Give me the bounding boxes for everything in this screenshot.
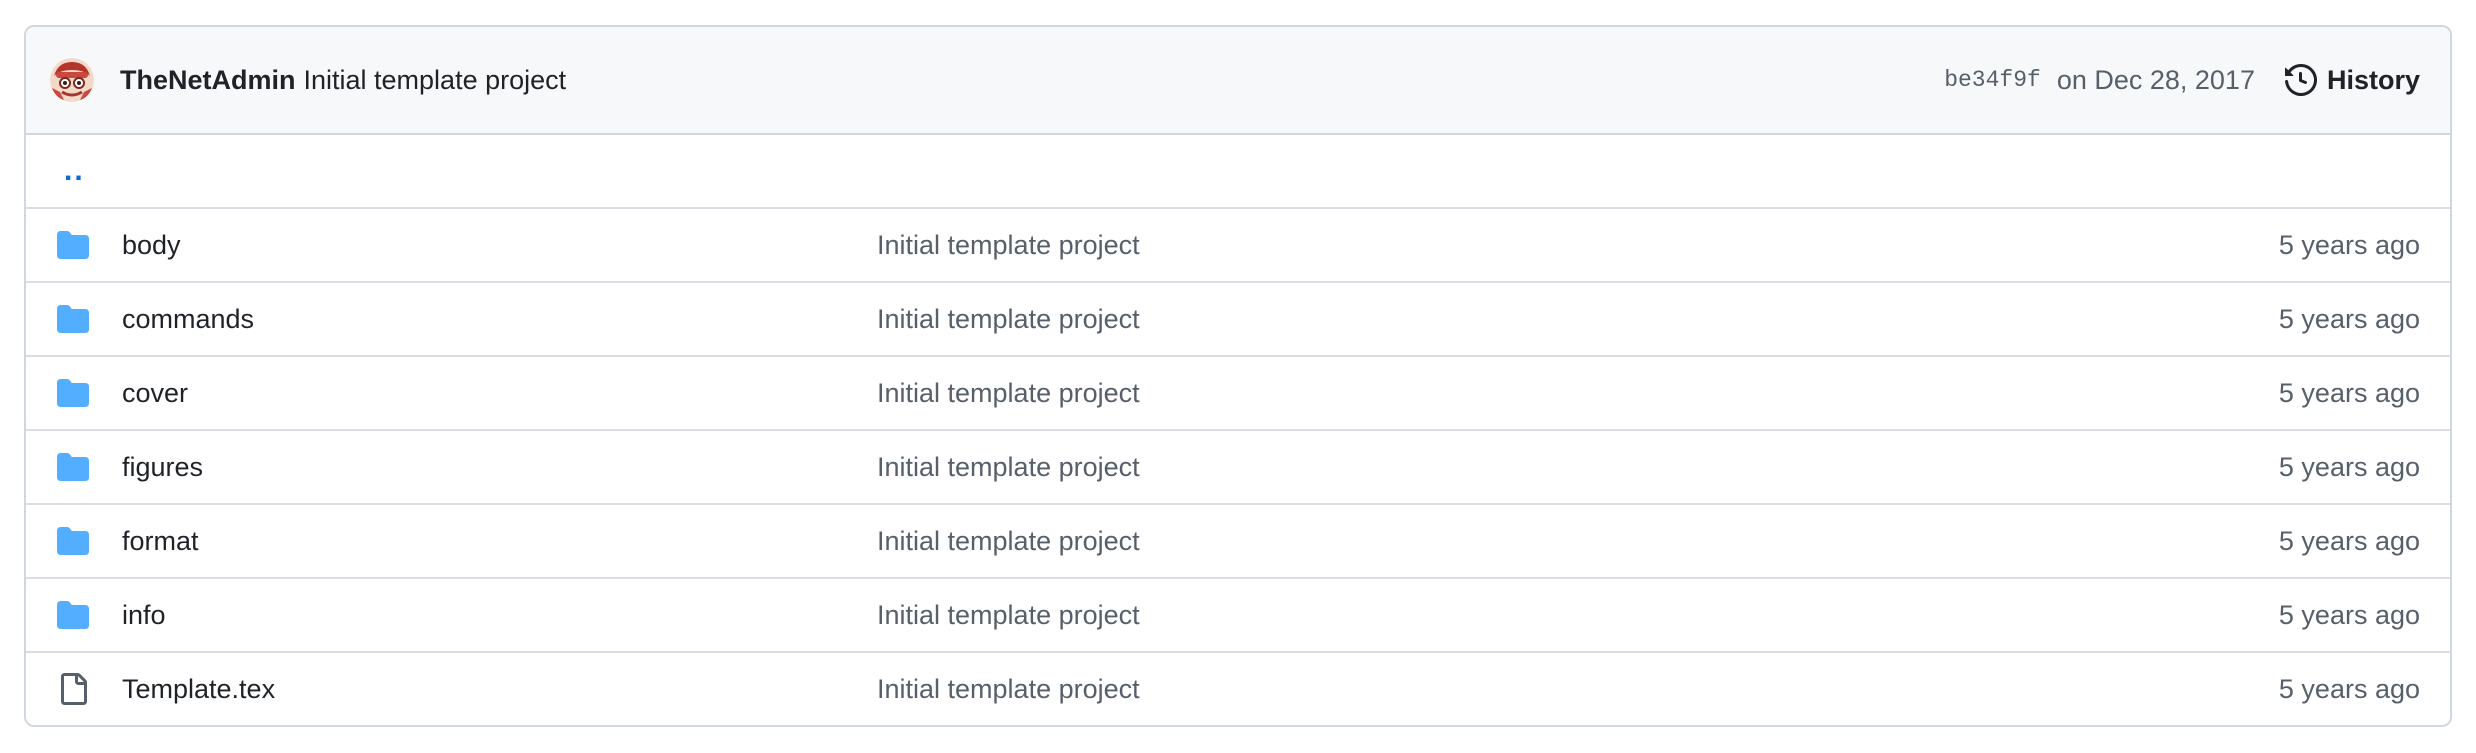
folder-icon <box>57 305 89 333</box>
folder-row[interactable]: cover Initial template project 5 years a… <box>26 355 2450 429</box>
file-commit-message-link[interactable]: Initial template project <box>877 230 1140 261</box>
commit-sha-link[interactable]: be34f9f <box>1944 67 2041 93</box>
file-age: 5 years ago <box>2278 377 2420 408</box>
file-name-link[interactable]: info <box>122 600 166 631</box>
commit-author-link[interactable]: TheNetAdmin <box>120 65 296 96</box>
author-avatar[interactable] <box>50 58 94 102</box>
file-browser: TheNetAdmin Initial template project be3… <box>24 25 2452 727</box>
history-label: History <box>2326 64 2420 95</box>
folder-icon <box>57 379 89 407</box>
file-commit-message-link[interactable]: Initial template project <box>877 674 1140 705</box>
commit-message-link[interactable]: Initial template project <box>304 65 567 96</box>
file-age: 5 years ago <box>2278 599 2420 630</box>
file-commit-message-link[interactable]: Initial template project <box>877 378 1140 409</box>
history-button[interactable]: History <box>2284 64 2420 96</box>
file-age: 5 years ago <box>2278 303 2420 334</box>
latest-commit-bar: TheNetAdmin Initial template project be3… <box>26 27 2450 135</box>
file-icon <box>61 673 87 705</box>
file-name-link[interactable]: format <box>122 526 199 557</box>
file-commit-message-link[interactable]: Initial template project <box>877 600 1140 631</box>
file-name-link[interactable]: body <box>122 230 181 261</box>
parent-directory-row[interactable]: .. <box>26 135 2450 207</box>
file-age: 5 years ago <box>2278 451 2420 482</box>
file-commit-message-link[interactable]: Initial template project <box>877 452 1140 483</box>
folder-icon <box>57 231 89 259</box>
commit-date: on Dec 28, 2017 <box>2056 64 2255 95</box>
file-name-link[interactable]: figures <box>122 452 203 483</box>
folder-icon <box>57 601 89 629</box>
history-icon <box>2284 64 2317 96</box>
file-age: 5 years ago <box>2278 673 2420 704</box>
parent-directory-link[interactable]: .. <box>64 154 85 188</box>
file-commit-message-link[interactable]: Initial template project <box>877 526 1140 557</box>
folder-icon <box>57 453 89 481</box>
file-name-link[interactable]: cover <box>122 378 188 409</box>
file-age: 5 years ago <box>2278 525 2420 556</box>
file-list: body Initial template project 5 years ag… <box>26 207 2450 725</box>
folder-row[interactable]: commands Initial template project 5 year… <box>26 281 2450 355</box>
folder-row[interactable]: info Initial template project 5 years ag… <box>26 577 2450 651</box>
folder-row[interactable]: format Initial template project 5 years … <box>26 503 2450 577</box>
file-commit-message-link[interactable]: Initial template project <box>877 304 1140 335</box>
folder-icon <box>57 527 89 555</box>
file-name-link[interactable]: Template.tex <box>122 674 275 705</box>
folder-row[interactable]: body Initial template project 5 years ag… <box>26 207 2450 281</box>
folder-row[interactable]: figures Initial template project 5 years… <box>26 429 2450 503</box>
file-age: 5 years ago <box>2278 229 2420 260</box>
file-row[interactable]: Template.tex Initial template project 5 … <box>26 651 2450 725</box>
file-name-link[interactable]: commands <box>122 304 254 335</box>
